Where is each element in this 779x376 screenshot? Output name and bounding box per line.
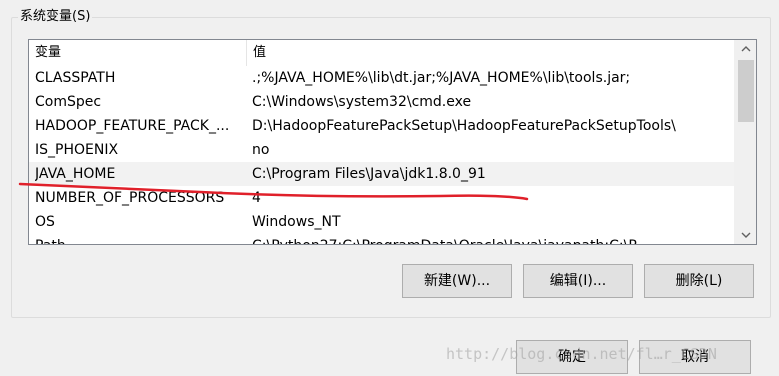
edit-button[interactable]: 编辑(I)...	[523, 264, 633, 298]
table-row[interactable]: IS_PHOENIX no	[29, 138, 734, 162]
scroll-up-icon[interactable]	[735, 40, 756, 58]
new-button[interactable]: 新建(W)...	[402, 264, 512, 298]
variable-value: D:\HadoopFeaturePackSetup\HadoopFeatureP…	[252, 118, 676, 134]
variable-value: Windows_NT	[252, 214, 341, 230]
variable-value: no	[252, 142, 270, 158]
table-row[interactable]: CLASSPATH .;%JAVA_HOME%\lib\dt.jar;%JAVA…	[29, 66, 734, 90]
group-title: 系统变量(S)	[18, 8, 93, 26]
column-header-variable[interactable]: 变量	[29, 40, 246, 66]
delete-button[interactable]: 删除(L)	[644, 264, 754, 298]
list-rows: CLASSPATH .;%JAVA_HOME%\lib\dt.jar;%JAVA…	[29, 66, 734, 244]
scroll-down-icon[interactable]	[735, 226, 756, 244]
table-row[interactable]: Path C:\Python27;C:\ProgramData\Oracle\J…	[29, 234, 734, 244]
column-header-value[interactable]: 值	[246, 40, 734, 66]
variable-name: JAVA_HOME	[35, 166, 116, 182]
variable-value: C:\Windows\system32\cmd.exe	[252, 94, 472, 110]
vertical-scrollbar[interactable]	[734, 40, 756, 244]
variable-value: C:\Program Files\Java\jdk1.8.0_91	[252, 166, 486, 182]
variable-name: IS_PHOENIX	[35, 142, 119, 158]
cancel-button[interactable]: 取消	[639, 340, 751, 374]
variable-name: HADOOP_FEATURE_PACK_...	[35, 118, 230, 134]
variable-value: C:\Python27;C:\ProgramData\Oracle\Java\j…	[252, 234, 734, 244]
variable-value: .;%JAVA_HOME%\lib\dt.jar;%JAVA_HOME%\lib…	[252, 70, 631, 86]
variable-name: ComSpec	[35, 94, 102, 110]
variable-name: CLASSPATH	[35, 70, 116, 86]
list-header: 变量 值	[29, 40, 734, 66]
variable-name: Path	[35, 234, 243, 244]
table-row[interactable]: ComSpec C:\Windows\system32\cmd.exe	[29, 90, 734, 114]
scrollbar-thumb[interactable]	[738, 60, 754, 122]
table-row-selected[interactable]: JAVA_HOME C:\Program Files\Java\jdk1.8.0…	[29, 162, 734, 186]
table-row[interactable]: OS Windows_NT	[29, 210, 734, 234]
ok-button[interactable]: 确定	[516, 340, 628, 374]
variable-name: OS	[35, 214, 55, 230]
table-row[interactable]: HADOOP_FEATURE_PACK_... D:\HadoopFeature…	[29, 114, 734, 138]
variable-name: NUMBER_OF_PROCESSORS	[35, 190, 225, 206]
table-row[interactable]: NUMBER_OF_PROCESSORS 4	[29, 186, 734, 210]
system-variables-list[interactable]: 变量 值 CLASSPATH .;%JAVA_HOME%\lib\dt.jar;…	[28, 39, 757, 245]
variable-value: 4	[252, 190, 261, 206]
